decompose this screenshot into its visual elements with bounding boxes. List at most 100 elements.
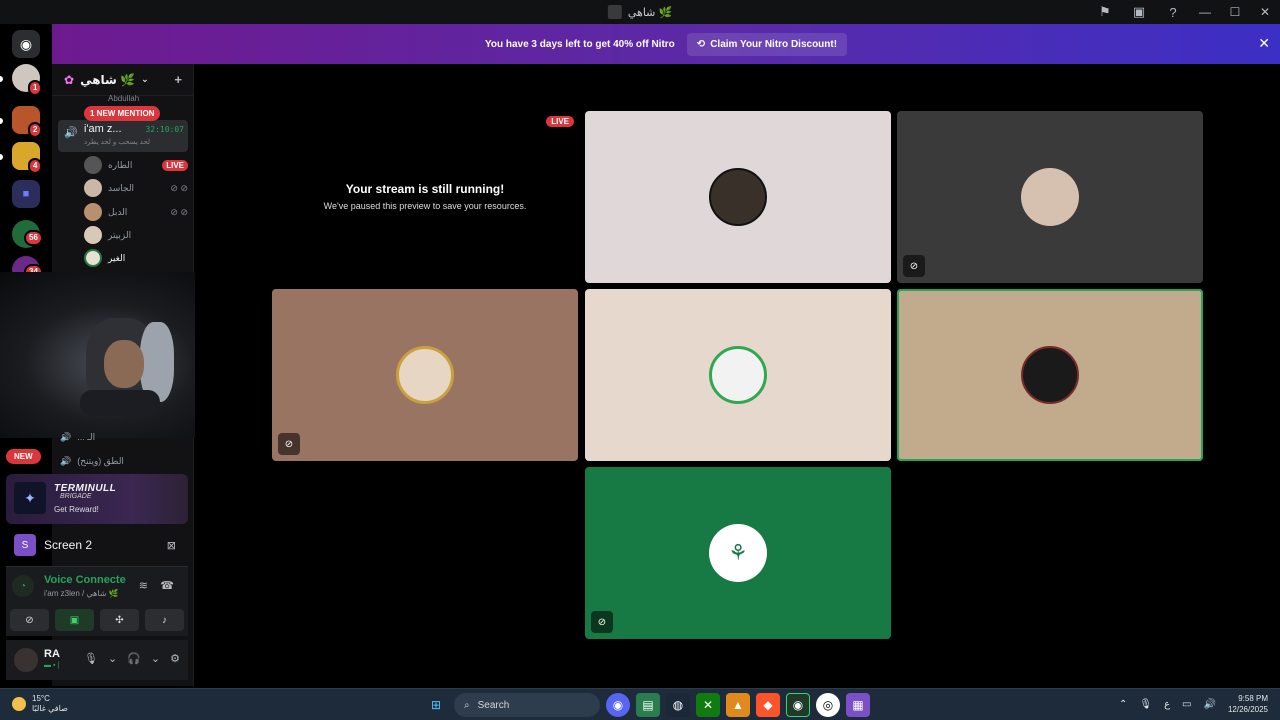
screen-share-row[interactable]: S Screen 2 ⊠ <box>6 530 188 560</box>
participant-tile[interactable]: ⚘ ⊘ <box>585 467 891 639</box>
flag-icon[interactable]: ⚑ <box>1088 0 1122 24</box>
inbox-icon[interactable]: ▣ <box>1122 0 1156 24</box>
member-name: الدبل <box>108 206 128 217</box>
title-bar: شاهي 🌿 ⚑ ▣ ? — ☐ ✕ <box>0 0 1280 24</box>
voice-member[interactable]: الطاره LIVE <box>58 155 188 175</box>
weather-desc: صافي غالبًا <box>32 704 68 713</box>
avatar <box>84 179 102 197</box>
taskbar-search[interactable]: ⌕ Search <box>454 693 600 717</box>
stop-share-icon[interactable]: ⊠ <box>167 539 176 552</box>
discord-home-icon[interactable]: ◉ <box>12 30 40 58</box>
claim-nitro-button[interactable]: ⟲ Claim Your Nitro Discount! <box>686 32 848 56</box>
camera-off-icon: ⊘ <box>278 433 300 455</box>
weather-widget[interactable]: 15°C صافي غالبًا <box>12 694 68 714</box>
discord-icon[interactable]: ◉ <box>606 693 630 717</box>
chevron-down-icon[interactable]: ⌄ <box>151 652 160 665</box>
help-icon[interactable]: ? <box>1156 0 1190 24</box>
add-member-icon[interactable]: + <box>174 72 182 87</box>
xbox-icon[interactable]: ✕ <box>696 693 720 717</box>
voice-panel: ◔ Voice Connecte i'am z3len / شاهي 🌿 ≋ ☎… <box>6 566 188 636</box>
disconnect-icon[interactable]: ☎ <box>160 579 174 592</box>
server-thumbnail-icon <box>607 5 622 19</box>
search-icon: ⌕ <box>464 699 470 711</box>
noise-suppression-icon[interactable]: ≋ <box>139 579 148 592</box>
app-icon-2[interactable]: ◎ <box>816 693 840 717</box>
guild-boost-icon: ✿ <box>64 72 75 87</box>
server-unread-pill <box>0 154 3 160</box>
chevron-down-icon[interactable]: ⌄ <box>108 652 117 665</box>
palm-emblem-icon: ⚘ <box>709 524 767 582</box>
voice-member[interactable]: الجاسد ⊘ ⊘ <box>58 178 188 198</box>
get-reward-label: Get Reward! <box>54 505 99 514</box>
avatar <box>84 203 102 221</box>
camera-off-button[interactable]: ⊘ <box>10 609 49 631</box>
nitro-icon: ⟲ <box>696 38 706 50</box>
voice-channel-row[interactable]: 🔊 ... الـ <box>60 428 190 446</box>
avatar <box>84 156 102 174</box>
minimize-button[interactable]: — <box>1190 0 1220 24</box>
voice-channel-row[interactable]: 🔊 الطق (ويتنح) <box>60 452 190 470</box>
paused-stream-tile[interactable]: LIVE Your stream is still running! We've… <box>272 112 578 282</box>
truncated-member: Abdullah <box>108 94 140 103</box>
guild-name: شاهي 🌿 <box>80 72 136 87</box>
network-icon[interactable]: ▭ <box>1182 699 1191 710</box>
windows-taskbar: 15°C صافي غالبًا ⊞ ⌕ Search ◉ ▤ ◍ ✕ ▲ ◆ … <box>0 688 1280 720</box>
discord-active-icon[interactable]: ◉ <box>786 693 810 717</box>
reward-promo[interactable]: ✦ TERMINULL BRIGADE Get Reward! <box>6 474 188 524</box>
participant-tile-speaking[interactable] <box>897 289 1203 461</box>
volume-icon[interactable]: 🔊 <box>1204 699 1216 710</box>
banner-close-button[interactable]: ✕ <box>1258 35 1270 52</box>
muted-deafened-icon: ⊘ ⊘ <box>170 182 188 193</box>
channel-timer: 32:10:07 <box>145 125 184 134</box>
clock-date: 12/26/2025 <box>1227 705 1268 714</box>
muted-deafened-icon: ⊘ ⊘ <box>170 206 188 217</box>
voice-location[interactable]: i'am z3len / شاهي 🌿 <box>44 589 119 598</box>
brave-icon[interactable]: ◆ <box>756 693 780 717</box>
activities-button[interactable]: ✣ <box>100 609 139 631</box>
participant-tile[interactable] <box>585 111 891 283</box>
screen-share-button[interactable]: ▣ <box>55 609 94 631</box>
new-pill[interactable]: NEW <box>6 449 41 464</box>
server-unread-pill <box>0 118 3 124</box>
clock[interactable]: 9:58 PM 12/26/2025 <box>1228 693 1268 715</box>
voice-status[interactable]: Voice Connecte <box>44 574 126 586</box>
voice-member[interactable]: الغير <box>58 248 188 268</box>
maximize-button[interactable]: ☐ <box>1220 0 1250 24</box>
microphone-icon[interactable]: 🎙 <box>1139 699 1152 710</box>
avatar[interactable] <box>14 648 38 672</box>
participant-tile[interactable]: ⊘ <box>897 111 1203 283</box>
participant-tile[interactable] <box>585 289 891 461</box>
microphone-icon[interactable]: 🎙 <box>84 652 98 665</box>
avatar <box>709 168 767 226</box>
nitro-banner: You have 3 days left to get 40% off Nitr… <box>52 24 1280 64</box>
avatar <box>84 249 102 267</box>
chevron-up-icon[interactable]: ⌃ <box>1119 699 1127 710</box>
user-status: ▬ ▪ | <box>44 662 60 669</box>
app-icon[interactable]: ▲ <box>726 693 750 717</box>
signal-icon[interactable]: ◔ <box>12 575 34 597</box>
windows-start-icon[interactable]: ⊞ <box>424 693 448 717</box>
store-icon[interactable]: ▤ <box>636 693 660 717</box>
app-grid-icon[interactable]: ▦ <box>846 693 870 717</box>
voice-member[interactable]: الدبل ⊘ ⊘ <box>58 202 188 222</box>
channel-label: الطق (ويتنح) <box>77 455 124 466</box>
user-name[interactable]: RA <box>44 648 60 660</box>
member-name: الغير <box>108 252 126 263</box>
folder-icon[interactable]: ■ <box>12 180 40 208</box>
active-voice-channel[interactable]: 🔊 i'am z... 32:10:07 لحد يسحب و لحد يطرد <box>58 120 188 152</box>
person-face <box>104 340 144 388</box>
avatar <box>709 346 767 404</box>
close-window-button[interactable]: ✕ <box>1250 0 1280 24</box>
new-mention-pill[interactable]: 1 NEW MENTION <box>84 106 161 121</box>
voice-member[interactable]: الزبيتر <box>58 225 188 245</box>
participant-tile[interactable]: ⊘ <box>272 289 578 461</box>
soundboard-button[interactable]: ♪ <box>145 609 184 631</box>
person-arm <box>80 390 160 416</box>
steam-icon[interactable]: ◍ <box>666 693 690 717</box>
settings-gear-icon[interactable]: ⚙ <box>170 652 180 665</box>
guild-header[interactable]: ✿ شاهي 🌿 ⌄ + <box>52 64 194 96</box>
search-label: Search <box>477 699 510 711</box>
language-indicator[interactable]: ع <box>1164 699 1170 710</box>
headphones-icon[interactable]: 🎧 <box>127 652 141 665</box>
live-badge: LIVE <box>162 159 188 171</box>
